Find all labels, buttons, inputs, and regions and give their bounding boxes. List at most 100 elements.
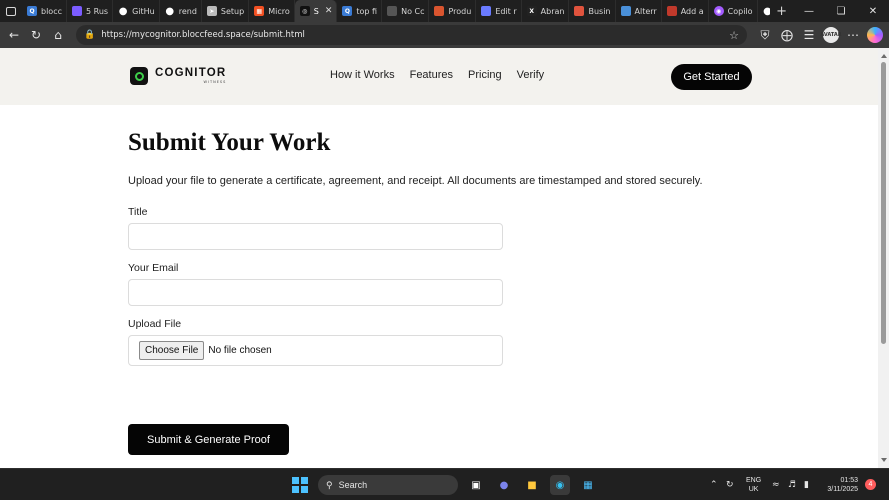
tab-favicon [481,6,492,16]
browser-tab-label: Produ [448,6,472,16]
browser-tab[interactable]: ◎ S ✕ [294,0,338,22]
browser-tab-label: Alterr [634,6,657,16]
video-icon: ● [499,479,509,491]
page-scrollbar[interactable] [878,48,889,468]
scroll-thumb[interactable] [881,62,886,344]
browser-tab-label: Edit r [495,6,517,16]
tab-actions-button[interactable] [0,0,22,22]
choose-file-button[interactable]: Choose File [139,341,205,360]
submit-button[interactable]: Submit & Generate Proof [128,424,289,455]
taskbar-search-label: Search [338,480,368,490]
browser-tab[interactable]: Add a [662,0,709,22]
github-icon: ● [118,5,128,17]
email-label: Your Email [128,262,179,274]
title-input[interactable] [128,223,503,250]
back-button[interactable]: ← [4,25,24,45]
browser-tab[interactable]: X Abran [522,0,570,22]
microsoft-icon: ▦ [254,6,265,16]
minimize-button[interactable]: — [793,0,825,22]
start-button[interactable] [292,477,308,493]
browser-tab[interactable]: Busin [569,0,616,22]
favorite-star-icon[interactable]: ☆ [729,29,739,42]
browser-tab-label: 5 Rus [86,6,109,16]
tab-favicon [72,6,82,16]
search-icon: Q [342,6,353,16]
site-header: COGNITOR WITNESS How it Works Features P… [0,48,878,105]
browser-tab[interactable]: Produ [429,0,477,22]
volume-button[interactable]: ♬ [788,469,796,500]
folder-icon: ■ [527,479,537,491]
brand-logo[interactable]: COGNITOR WITNESS [130,67,226,85]
browser-tab-label: No Cc [401,6,425,16]
scroll-down-icon[interactable] [881,458,887,462]
browser-tab[interactable]: ● GitHu [113,0,160,22]
tab-favicon [387,6,398,16]
edge-app-button[interactable]: ◉ [550,475,570,495]
nav-features[interactable]: Features [410,69,453,81]
browser-tab[interactable]: Qtop fi [337,0,383,22]
email-field[interactable] [128,279,503,306]
nav-pricing[interactable]: Pricing [468,69,502,81]
browser-tab[interactable]: 5 Rus [67,0,114,22]
github-icon: ● [165,5,175,17]
browser-tab[interactable]: ● rend [160,0,202,22]
scroll-up-icon[interactable] [881,54,887,58]
browser-tab[interactable]: No Cc [382,0,430,22]
x-icon: X [526,6,537,16]
extensions-button[interactable]: ⨁ [777,25,797,45]
tab-actions-icon [6,6,16,16]
store-app-button[interactable]: ▦ [578,475,598,495]
extensions-icon: ⨁ [781,28,793,42]
close-tab-icon[interactable]: ✕ [325,6,333,16]
volume-icon: ♬ [788,480,797,490]
restore-button[interactable]: ❏ [825,0,857,22]
close-window-button[interactable]: ✕ [857,0,889,22]
nav-verify[interactable]: Verify [517,69,545,81]
profile-button[interactable]: AVATAR [820,25,842,45]
tray-sync-button[interactable]: ↻ [726,469,734,500]
battery-button[interactable]: ▮ [804,469,809,500]
browser-tab-label: Add a [680,6,704,16]
shield-icon: ⛨ [760,27,770,42]
search-icon: Q [27,6,37,16]
store-icon: ▦ [583,479,593,491]
file-explorer-button[interactable]: ■ [522,475,542,495]
more-menu-button[interactable]: ⋯ [843,25,863,45]
get-started-button[interactable]: Get Started [671,64,752,90]
taskbar-clock[interactable]: 01:53 3/11/2025 [822,476,858,494]
nav-how-it-works[interactable]: How it Works [330,69,395,81]
tab-favicon [620,6,631,16]
browser-tab-label: S [313,6,319,16]
browser-tab[interactable]: Edit r [476,0,522,22]
browser-tab[interactable]: ◉ Copilo [709,0,758,22]
brand-tagline: WITNESS [203,79,227,84]
back-arrow-icon: ← [8,28,20,42]
main-nav: How it Works Features Pricing Verify [330,69,544,81]
cognitor-icon: ◎ [299,6,310,16]
new-tab-button[interactable]: + [770,4,793,19]
refresh-button[interactable]: ↻ [26,25,46,45]
browser-tab[interactable]: Alterr [616,0,662,22]
home-button[interactable]: ⌂ [48,25,68,45]
browser-tab[interactable]: ▦ Micro [249,0,295,22]
tray-overflow-button[interactable]: ⌃ [710,469,718,500]
file-upload-field[interactable]: Choose File No file chosen [128,335,503,366]
task-view-button[interactable]: ▣ [466,475,486,495]
copilot-button[interactable] [865,25,885,45]
url-text[interactable]: https://mycognitor.bloccfeed.space/submi… [101,30,723,40]
language-indicator[interactable]: ENG UK [746,476,761,494]
tab-strip: Qblocc 5 Rus ● GitHu ● rend ➤ Setup ▦ Micro ◎ S ✕ Qto… [22,0,770,22]
browser-tab[interactable]: ●nia-cl [758,0,770,22]
shield-button[interactable]: ⛨ [755,25,775,45]
browser-tab[interactable]: ➤ Setup [202,0,250,22]
browser-tab[interactable]: Qblocc [22,0,67,22]
meet-app-button[interactable]: ● [494,475,514,495]
favorites-button[interactable]: ☰ [799,25,819,45]
windows-taskbar: ⚲ Search ▣ ● ■ ◉ ▦ ⌃ ↻ ENG UK ≈ ♬ ▮ 01:5… [0,468,889,500]
taskbar-search[interactable]: ⚲ Search [318,475,458,495]
address-bar[interactable]: 🔒 https://mycognitor.bloccfeed.space/sub… [76,25,747,45]
notification-badge[interactable]: 4 [865,479,876,490]
wifi-icon: ≈ [772,480,780,490]
clock-date: 3/11/2025 [827,486,858,493]
wifi-button[interactable]: ≈ [772,469,780,500]
